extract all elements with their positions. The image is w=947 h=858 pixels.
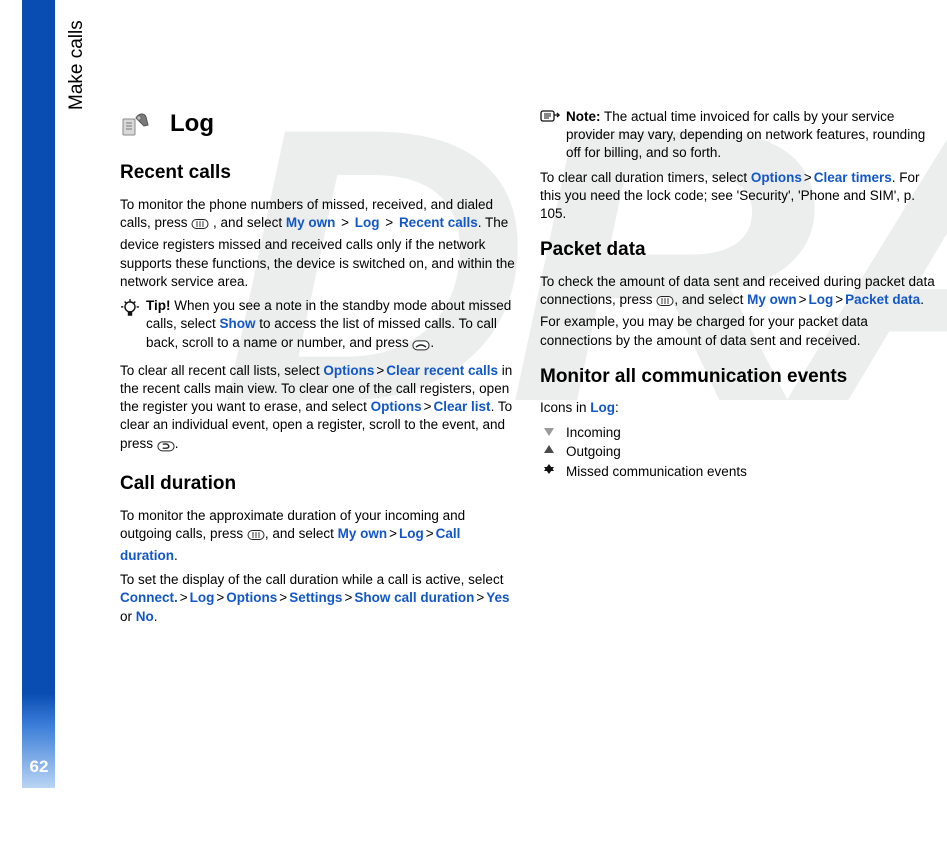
log-link: Log — [190, 590, 215, 605]
monitor-heading: Monitor all communication events — [540, 364, 936, 390]
tip-label: Tip! — [146, 298, 171, 313]
my-own-link: My own — [338, 526, 388, 541]
side-bar — [22, 0, 55, 788]
options-link: Options — [751, 170, 802, 185]
packet-data-para1: To check the amount of data sent and rec… — [540, 273, 936, 350]
incoming-label: Incoming — [566, 424, 621, 442]
packet-data-heading: Packet data — [540, 237, 936, 263]
menu-key-icon — [191, 217, 209, 236]
page-number: 62 — [25, 756, 53, 779]
log-link: Log — [355, 215, 380, 230]
page-content: Log Recent calls To monitor the phone nu… — [120, 108, 936, 668]
note-label: Note: — [566, 109, 601, 124]
call-duration-para3: To clear call duration timers, select Op… — [540, 169, 936, 224]
recent-calls-link: Recent calls — [399, 215, 478, 230]
call-duration-para1: To monitor the approximate duration of y… — [120, 507, 516, 566]
icons-in-log: Icons in Log: — [540, 399, 936, 417]
log-link: Log — [809, 292, 834, 307]
my-own-link: My own — [747, 292, 797, 307]
icons-list: Icons in Log: Incoming Outgoing Missed c… — [540, 399, 936, 481]
yes-link: Yes — [486, 590, 509, 605]
menu-key-icon — [656, 294, 674, 313]
show-call-duration-link: Show call duration — [354, 590, 474, 605]
log-link: Log — [590, 400, 615, 415]
my-own-link: My own — [286, 215, 336, 230]
missed-label: Missed communication events — [566, 463, 747, 481]
options-link: Options — [226, 590, 277, 605]
call-key-icon — [412, 338, 430, 356]
call-duration-para2: To set the display of the call duration … — [120, 571, 516, 626]
missed-icon — [540, 462, 558, 481]
clear-list-link: Clear list — [434, 399, 491, 414]
menu-key-icon — [247, 528, 265, 547]
recent-calls-para1: To monitor the phone numbers of missed, … — [120, 196, 516, 291]
options-link: Options — [323, 363, 374, 378]
side-label: Make calls — [64, 20, 90, 110]
log-app-icon — [120, 108, 152, 140]
tip-icon — [120, 298, 140, 323]
options-link-2: Options — [371, 399, 422, 414]
clear-timers-link: Clear timers — [814, 170, 892, 185]
missed-row: Missed communication events — [540, 462, 936, 481]
recent-calls-para2: To clear all recent call lists, select O… — [120, 362, 516, 457]
settings-link: Settings — [289, 590, 342, 605]
outgoing-label: Outgoing — [566, 443, 621, 461]
outgoing-row: Outgoing — [540, 443, 936, 462]
log-heading: Log — [120, 108, 516, 140]
note-icon — [540, 109, 560, 130]
connect-link: Connect. — [120, 590, 178, 605]
recent-calls-heading: Recent calls — [120, 160, 516, 186]
show-link: Show — [220, 316, 256, 331]
outgoing-icon — [540, 443, 558, 462]
packet-data-link: Packet data — [845, 292, 920, 307]
no-link: No — [136, 609, 154, 624]
incoming-row: Incoming — [540, 424, 936, 443]
clear-key-icon — [157, 439, 175, 457]
tip-block: Tip! When you see a note in the standby … — [120, 297, 516, 356]
log-heading-text: Log — [170, 108, 214, 140]
log-link: Log — [399, 526, 424, 541]
call-duration-heading: Call duration — [120, 471, 516, 497]
incoming-icon — [540, 424, 558, 443]
note-block: Note: The actual time invoiced for calls… — [540, 108, 936, 163]
clear-recent-link: Clear recent calls — [386, 363, 498, 378]
